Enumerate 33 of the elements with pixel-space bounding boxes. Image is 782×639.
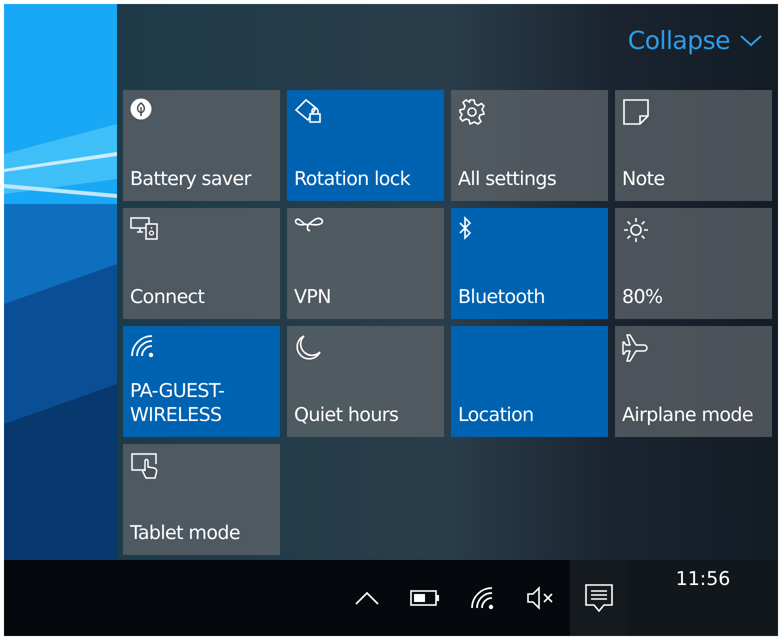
quick-action-tile[interactable]: Airplane mode (615, 326, 772, 437)
tablet-touch-icon (130, 452, 160, 480)
quick-action-tile[interactable]: Location (451, 326, 608, 437)
moon-icon (294, 334, 322, 362)
chevron-down-icon (740, 34, 762, 46)
airplane-icon (622, 334, 648, 362)
bluetooth-icon (458, 216, 472, 240)
action-center-button[interactable] (570, 560, 628, 636)
quick-action-tile[interactable]: Rotation lock (287, 90, 444, 201)
chevron-up-icon (355, 591, 379, 605)
quick-action-tile[interactable]: Tablet mode (123, 444, 280, 555)
battery-icon (410, 590, 440, 606)
sun-icon (622, 216, 650, 244)
wifi-icon (470, 586, 496, 610)
leaf-icon (130, 98, 152, 120)
quick-action-tile[interactable]: Battery saver (123, 90, 280, 201)
quick-action-tile[interactable]: Quiet hours (287, 326, 444, 437)
quick-action-tile[interactable]: All settings (451, 90, 608, 201)
quick-action-tile[interactable]: Note (615, 90, 772, 201)
gear-icon (458, 98, 486, 126)
quick-action-tile[interactable]: Connect (123, 208, 280, 319)
quick-action-tile[interactable]: PA-GUEST- WIRELESS (123, 326, 280, 437)
rotation-lock-icon (294, 98, 324, 124)
connect-icon (130, 216, 160, 242)
message-icon (584, 583, 614, 613)
quick-action-tile[interactable]: 80% (615, 208, 772, 319)
quick-action-tile[interactable]: Bluetooth (451, 208, 608, 319)
vpn-icon (294, 216, 324, 234)
collapse-button[interactable]: Collapse (628, 26, 762, 55)
clock-time[interactable]: 11:56 (676, 568, 730, 592)
note-icon (622, 98, 650, 126)
quick-action-tile[interactable]: VPN (287, 208, 444, 319)
wifi-icon (130, 334, 156, 358)
